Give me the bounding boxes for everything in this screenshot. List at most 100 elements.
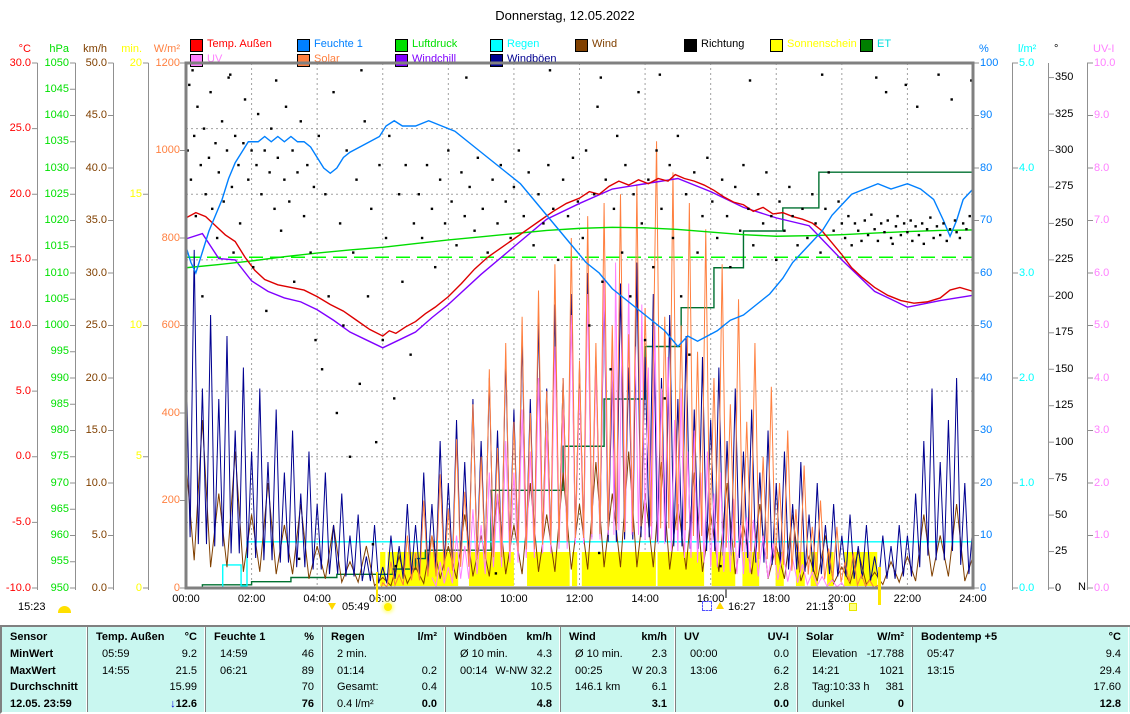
direction-dot <box>378 164 380 166</box>
direction-dot <box>895 225 897 227</box>
direction-dot <box>596 106 598 108</box>
direction-dot <box>336 412 338 414</box>
direction-dot <box>577 200 579 202</box>
direction-dot <box>309 251 311 253</box>
direction-dot <box>250 149 252 151</box>
direction-dot <box>190 178 192 180</box>
direction-dot <box>796 244 798 246</box>
direction-dot <box>252 266 254 268</box>
table-cell-label: 05:47 <box>927 647 955 662</box>
direction-dot <box>867 234 869 236</box>
direction-dot <box>749 79 751 81</box>
direction-dot <box>621 251 623 253</box>
direction-dot <box>468 186 470 188</box>
moon-icon <box>58 606 71 613</box>
direction-dot <box>688 353 690 355</box>
table-cell-value: 3.1 <box>652 697 667 712</box>
direction-dot <box>729 266 731 268</box>
table-header: Windböen <box>454 630 507 645</box>
direction-dot <box>491 178 493 180</box>
direction-dot <box>909 219 911 221</box>
direction-dot <box>268 171 270 173</box>
table-header-unit: % <box>304 630 314 645</box>
direction-dot <box>218 171 220 173</box>
direction-dot <box>624 164 626 166</box>
table-header: Solar <box>806 630 834 645</box>
direction-dot <box>926 228 928 230</box>
direction-dot <box>891 243 893 245</box>
direction-dot <box>273 208 275 210</box>
sunset-line <box>878 567 881 605</box>
direction-dot <box>613 208 615 210</box>
direction-dot <box>300 120 302 122</box>
direction-dot <box>226 149 228 151</box>
direction-dot <box>747 208 749 210</box>
direction-dot <box>413 222 415 224</box>
direction-dot <box>332 91 334 93</box>
table-header-unit: km/h <box>526 630 552 645</box>
direction-dot <box>659 73 661 75</box>
table-cell-value: 6.2 <box>774 664 789 679</box>
direction-dot <box>896 215 898 217</box>
direction-dot <box>188 84 190 86</box>
direction-dot <box>965 228 967 230</box>
direction-dot <box>844 237 846 239</box>
table-cell-value: 2.8 <box>774 680 789 695</box>
direction-dot <box>701 215 703 217</box>
direction-dot <box>255 164 257 166</box>
direction-dot <box>496 222 498 224</box>
direction-dot <box>232 251 234 253</box>
direction-dot <box>585 149 587 151</box>
direction-dot <box>582 237 584 239</box>
direction-dot <box>641 222 643 224</box>
plot-area <box>0 0 1130 625</box>
direction-dot <box>811 193 813 195</box>
direction-dot <box>547 164 549 166</box>
direction-dot <box>473 230 475 232</box>
direction-dot <box>465 76 467 78</box>
direction-dot <box>883 231 885 233</box>
direction-dot <box>562 178 564 180</box>
sun-icon <box>384 603 392 611</box>
direction-dot <box>339 222 341 224</box>
table-cell-label: Gesamt: <box>337 680 379 695</box>
direction-dot <box>237 164 239 166</box>
table-header-unit: W/m² <box>877 630 904 645</box>
table-cell-label: dunkel <box>812 697 844 712</box>
direction-dot <box>201 295 203 297</box>
direction-dot <box>601 281 603 283</box>
direction-dot <box>588 324 590 326</box>
direction-dot <box>532 244 534 246</box>
direction-dot <box>716 237 718 239</box>
table-cell-label: 06:21 <box>220 664 248 679</box>
direction-dot <box>439 178 441 180</box>
table-header: Temp. Außen <box>96 630 164 645</box>
sunshine-bar <box>527 552 570 586</box>
direction-dot <box>523 215 525 217</box>
direction-dot <box>401 281 403 283</box>
table-cell-label: 13:06 <box>690 664 718 679</box>
direction-dot <box>824 208 826 210</box>
direction-dot <box>821 73 823 75</box>
direction-dot <box>680 295 682 297</box>
direction-dot <box>509 237 511 239</box>
table-cell-label: 14:59 <box>220 647 248 662</box>
table-header: Regen <box>331 630 365 645</box>
direction-dot <box>364 120 366 122</box>
sunset-time-label: 21:13 <box>806 601 834 613</box>
table-header: Sensor <box>10 630 47 645</box>
table-cell-value: 70 <box>302 680 314 695</box>
table-header-unit: °C <box>185 630 197 645</box>
direction-dot <box>239 222 241 224</box>
table-column-uv: UVUV-I00:000.013:066.22.80.0 <box>676 627 798 712</box>
direction-dot <box>382 339 384 341</box>
table-cell-value: W-NW 32.2 <box>495 664 552 679</box>
table-cell-label: 13:15 <box>927 664 955 679</box>
table-cell-value: 0.0 <box>422 697 437 712</box>
direction-dot <box>616 135 618 137</box>
direction-dot <box>367 295 369 297</box>
table-cell-label: Elevation <box>812 647 857 662</box>
direction-dot <box>421 237 423 239</box>
table-cell-value: 17.60 <box>1093 680 1121 695</box>
direction-dot <box>460 171 462 173</box>
